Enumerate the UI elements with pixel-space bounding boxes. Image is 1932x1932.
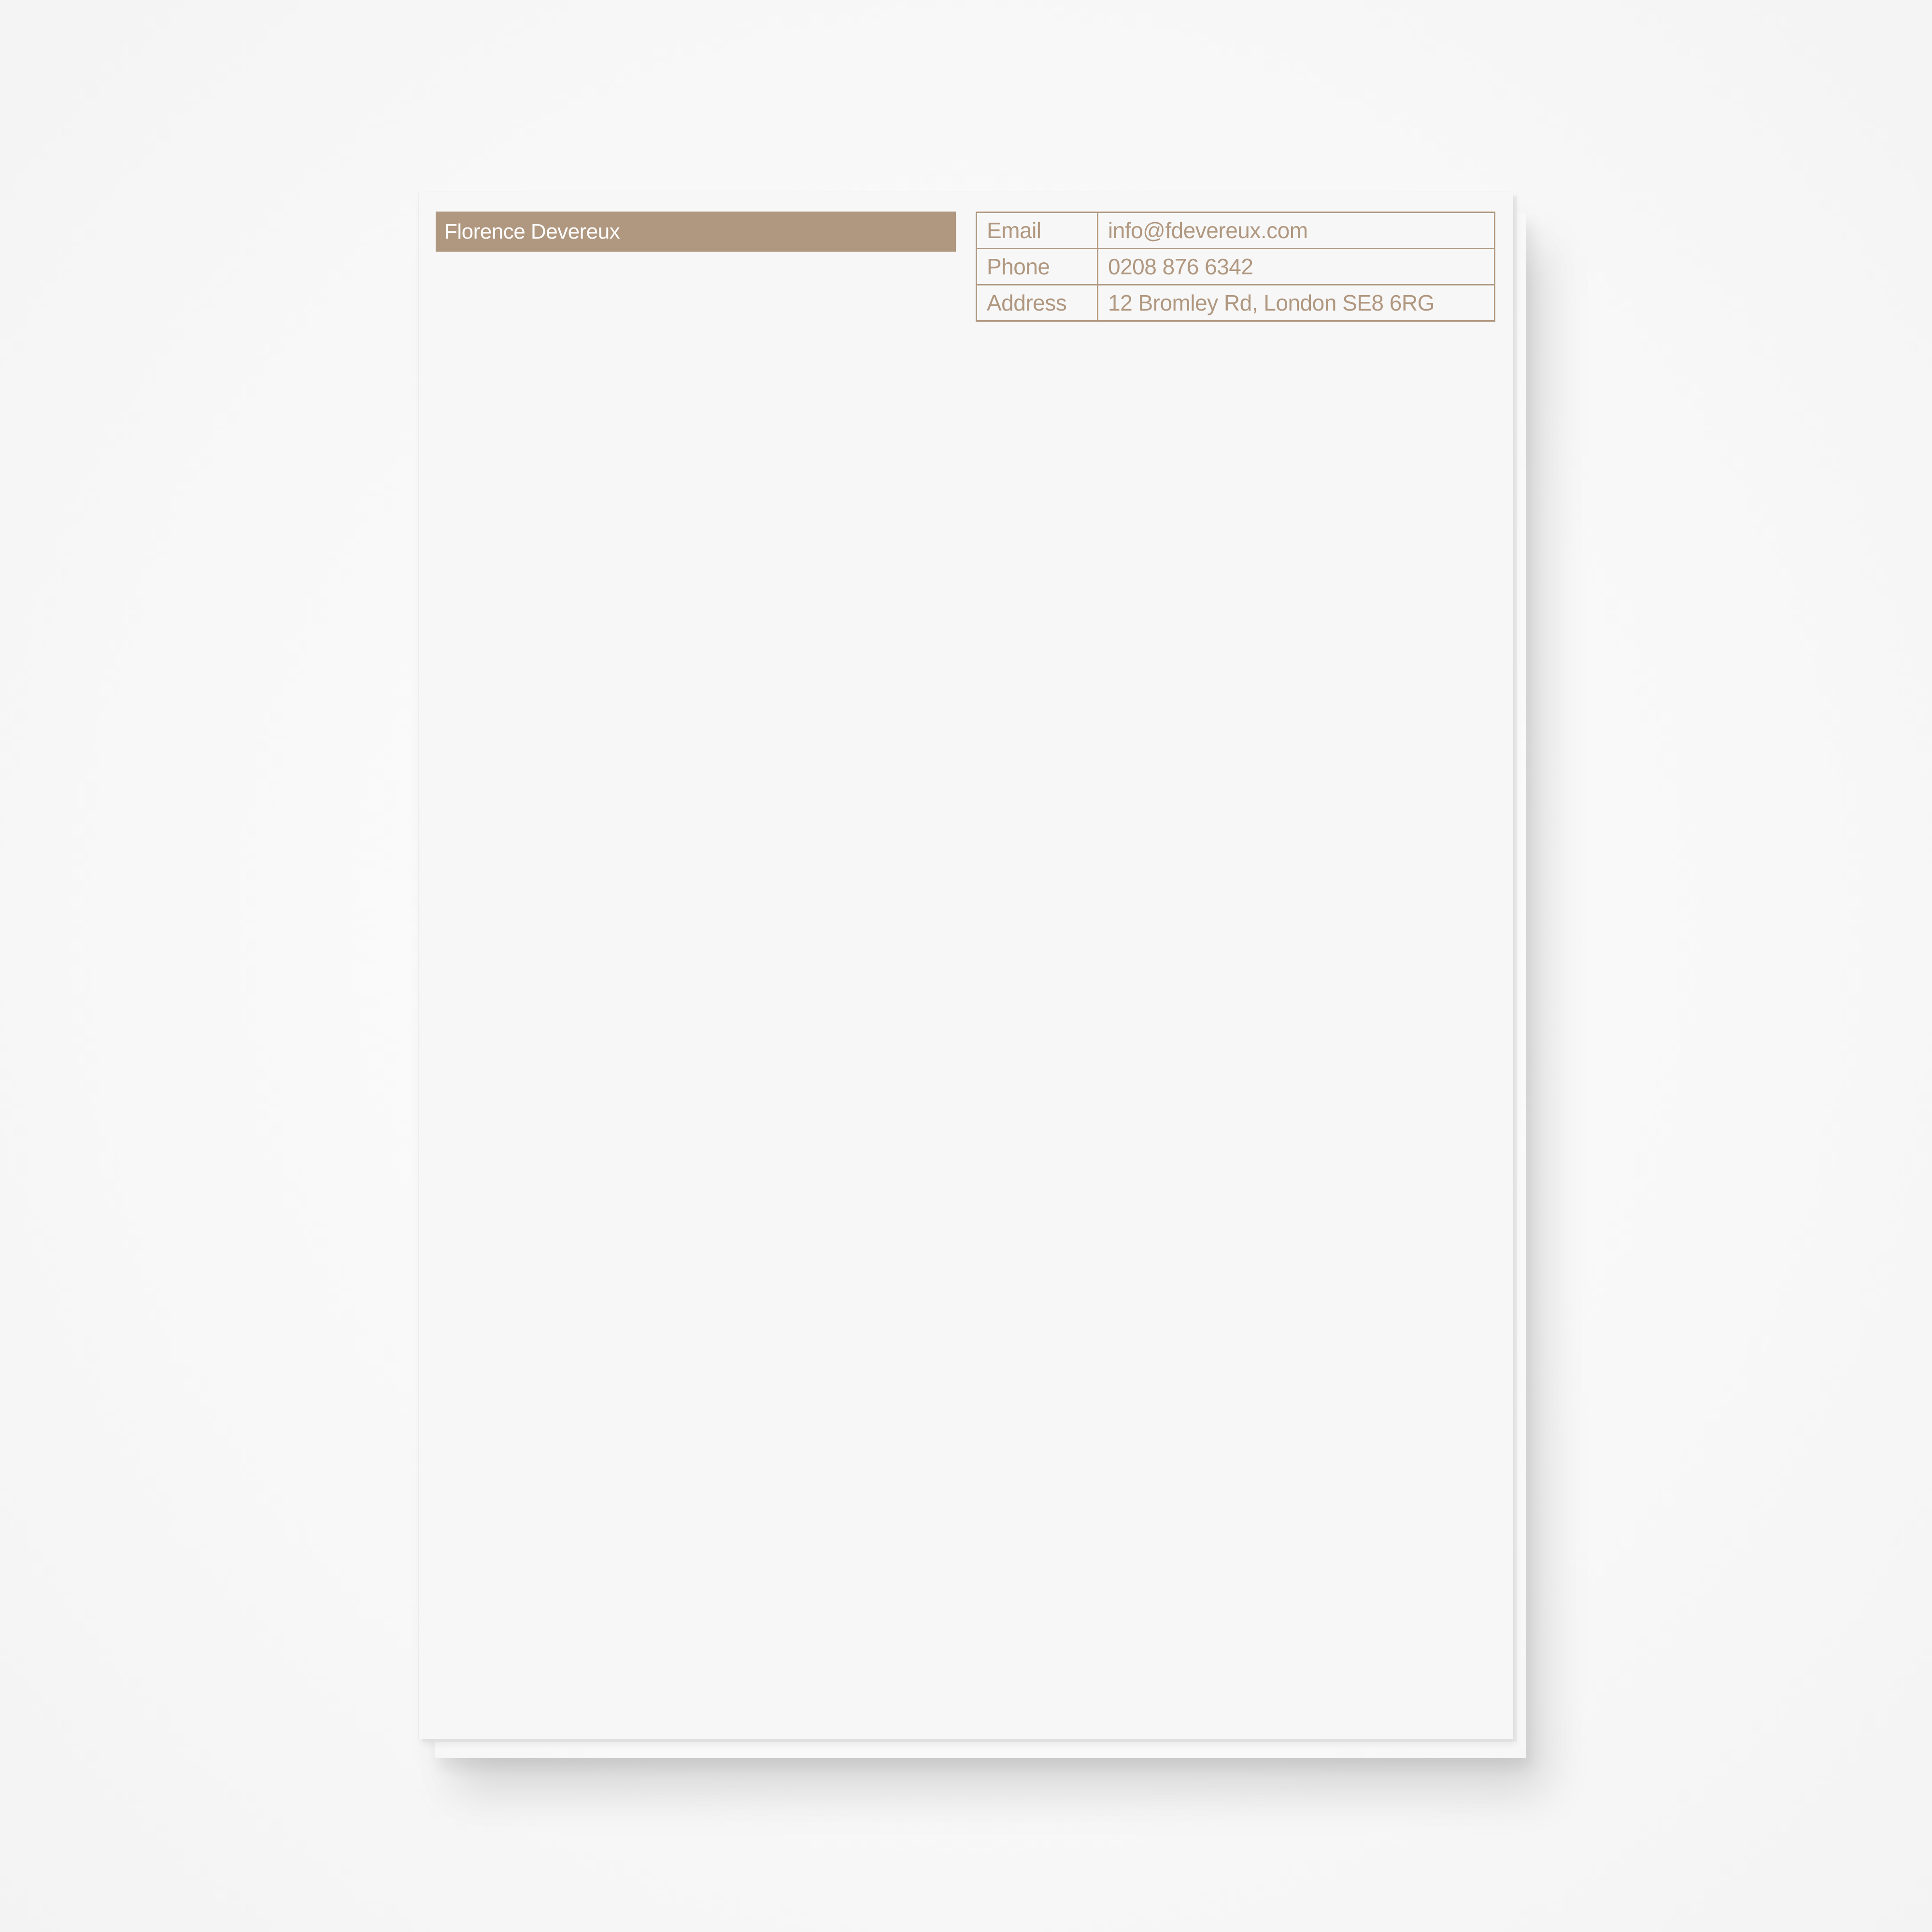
name-text: Florence Devereux [444, 220, 620, 243]
contact-table: Email info@fdevereux.com Phone 0208 876 … [976, 212, 1495, 322]
email-label: Email [976, 212, 1098, 249]
phone-value: 0208 876 6342 [1097, 248, 1495, 285]
contact-row-address: Address 12 Bromley Rd, London SE8 6RG [976, 284, 1495, 322]
name-banner: Florence Devereux [436, 212, 956, 252]
address-label: Address [976, 284, 1098, 322]
address-value: 12 Bromley Rd, London SE8 6RG [1097, 284, 1495, 322]
phone-label: Phone [976, 248, 1098, 285]
letterhead-sheet: Florence Devereux Email info@fdevereux.c… [419, 192, 1513, 1739]
contact-row-email: Email info@fdevereux.com [976, 212, 1495, 249]
contact-row-phone: Phone 0208 876 6342 [976, 248, 1495, 285]
email-value: info@fdevereux.com [1097, 212, 1495, 249]
